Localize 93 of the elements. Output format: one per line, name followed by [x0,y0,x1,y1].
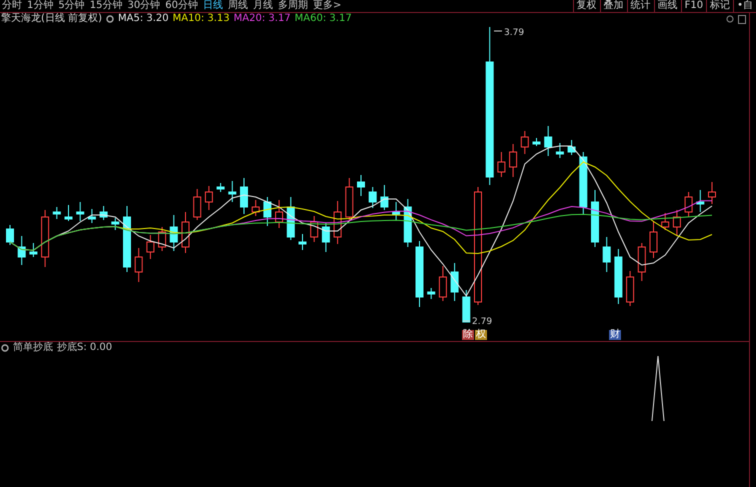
toolbar-button[interactable]: 叠加 [600,0,627,12]
candlestick [41,210,50,268]
period-tab[interactable]: 多周期 [278,0,308,12]
candlestick [368,186,377,208]
candlestick [638,242,646,282]
period-tab[interactable]: 15分钟 [90,0,122,12]
candlestick [392,202,400,220]
settings-icon[interactable] [1,344,9,352]
candlestick [614,248,622,304]
indicator-line [652,356,664,422]
candlestick [216,182,225,192]
candlestick [602,236,611,272]
candlestick [591,190,599,248]
moving-average-reading: MA20: 3.17 [234,13,291,25]
candlestick [228,180,236,202]
period-tab[interactable]: 月线 [252,0,273,12]
candlestick [626,270,634,306]
candlestick [263,196,272,226]
candlestick [684,192,693,218]
candlestick [6,224,14,246]
candlestick [158,226,166,252]
toolbar-button[interactable]: 画线 [654,0,681,12]
candlestick [322,222,330,252]
indicator-reading: 抄底S: 0.00 [57,342,112,354]
candlestick [275,200,284,228]
period-tab[interactable]: 30分钟 [127,0,160,12]
moving-average-reading: MA10: 3.13 [172,13,230,25]
leader-line [462,320,470,322]
candlestick [88,208,96,224]
candlestick [170,214,178,252]
candlestick [193,188,202,220]
candlestick [416,240,424,308]
candlestick [100,206,108,220]
candlestick [509,144,518,178]
candlestick [380,184,388,210]
candlestick [438,266,447,302]
period-tab[interactable]: 5分钟 [58,0,85,12]
candlestick [240,178,248,214]
candlestick [64,204,72,222]
low-price-label: 2.79 [472,317,492,327]
candlestick [252,200,260,216]
candlestick [18,236,26,266]
toolbar-button[interactable]: 复权 [572,0,600,12]
candlestick [357,174,365,196]
candlestick [76,202,84,222]
candlestick [123,206,131,272]
moving-average-reading: MA5: 3.20 [118,13,169,25]
high-price-label: 3.79 [504,28,524,38]
settings-icon[interactable] [106,15,114,23]
candlestick [568,140,576,156]
candlestick [672,210,681,236]
period-tab[interactable]: 周线 [228,0,248,12]
candlestick [556,142,564,158]
candlestick [661,212,670,230]
toolbar-button[interactable]: 标记 [706,0,734,12]
candlestick [497,152,506,178]
leader-line [494,30,502,32]
candlestick [404,198,412,248]
period-tab[interactable]: 分时 [2,0,22,12]
candlestick [334,200,342,244]
candlestick [532,138,540,146]
candlestick [579,152,588,216]
candlestick [298,234,306,250]
period-tab[interactable]: 1分钟 [27,0,54,12]
period-tab[interactable]: 60分钟 [165,0,198,12]
chart-title: 擎天海龙(日线 前复权) [1,13,102,25]
moving-average-reading: MA60: 3.17 [294,13,352,25]
candlestick [450,262,459,302]
candlestick [204,186,213,210]
toolbar-button[interactable]: •自 [733,0,756,12]
candlestick [286,196,295,240]
candlestick [134,248,143,282]
candlestick [462,290,470,322]
candlestick [52,206,61,220]
candlestick [696,190,704,212]
indicator-name: 简单抄底 [13,342,53,354]
candlestick [427,288,436,300]
candlestick [544,126,552,156]
candlestick [708,182,716,204]
toolbar-button[interactable]: F10 [680,0,706,12]
period-tab[interactable]: 日线 [202,0,223,12]
candlestick [111,218,120,230]
event-marker[interactable]: 除 [462,330,474,340]
candlestick [650,220,658,258]
event-marker[interactable]: 财 [609,330,621,340]
square-icon[interactable] [738,14,746,24]
candlestick [29,242,38,258]
candlestick [310,216,318,242]
candlestick [146,234,154,260]
candlestick [182,212,190,254]
period-tab[interactable]: 更多> [312,0,342,12]
candlestick [345,178,354,222]
candlestick [520,130,529,154]
